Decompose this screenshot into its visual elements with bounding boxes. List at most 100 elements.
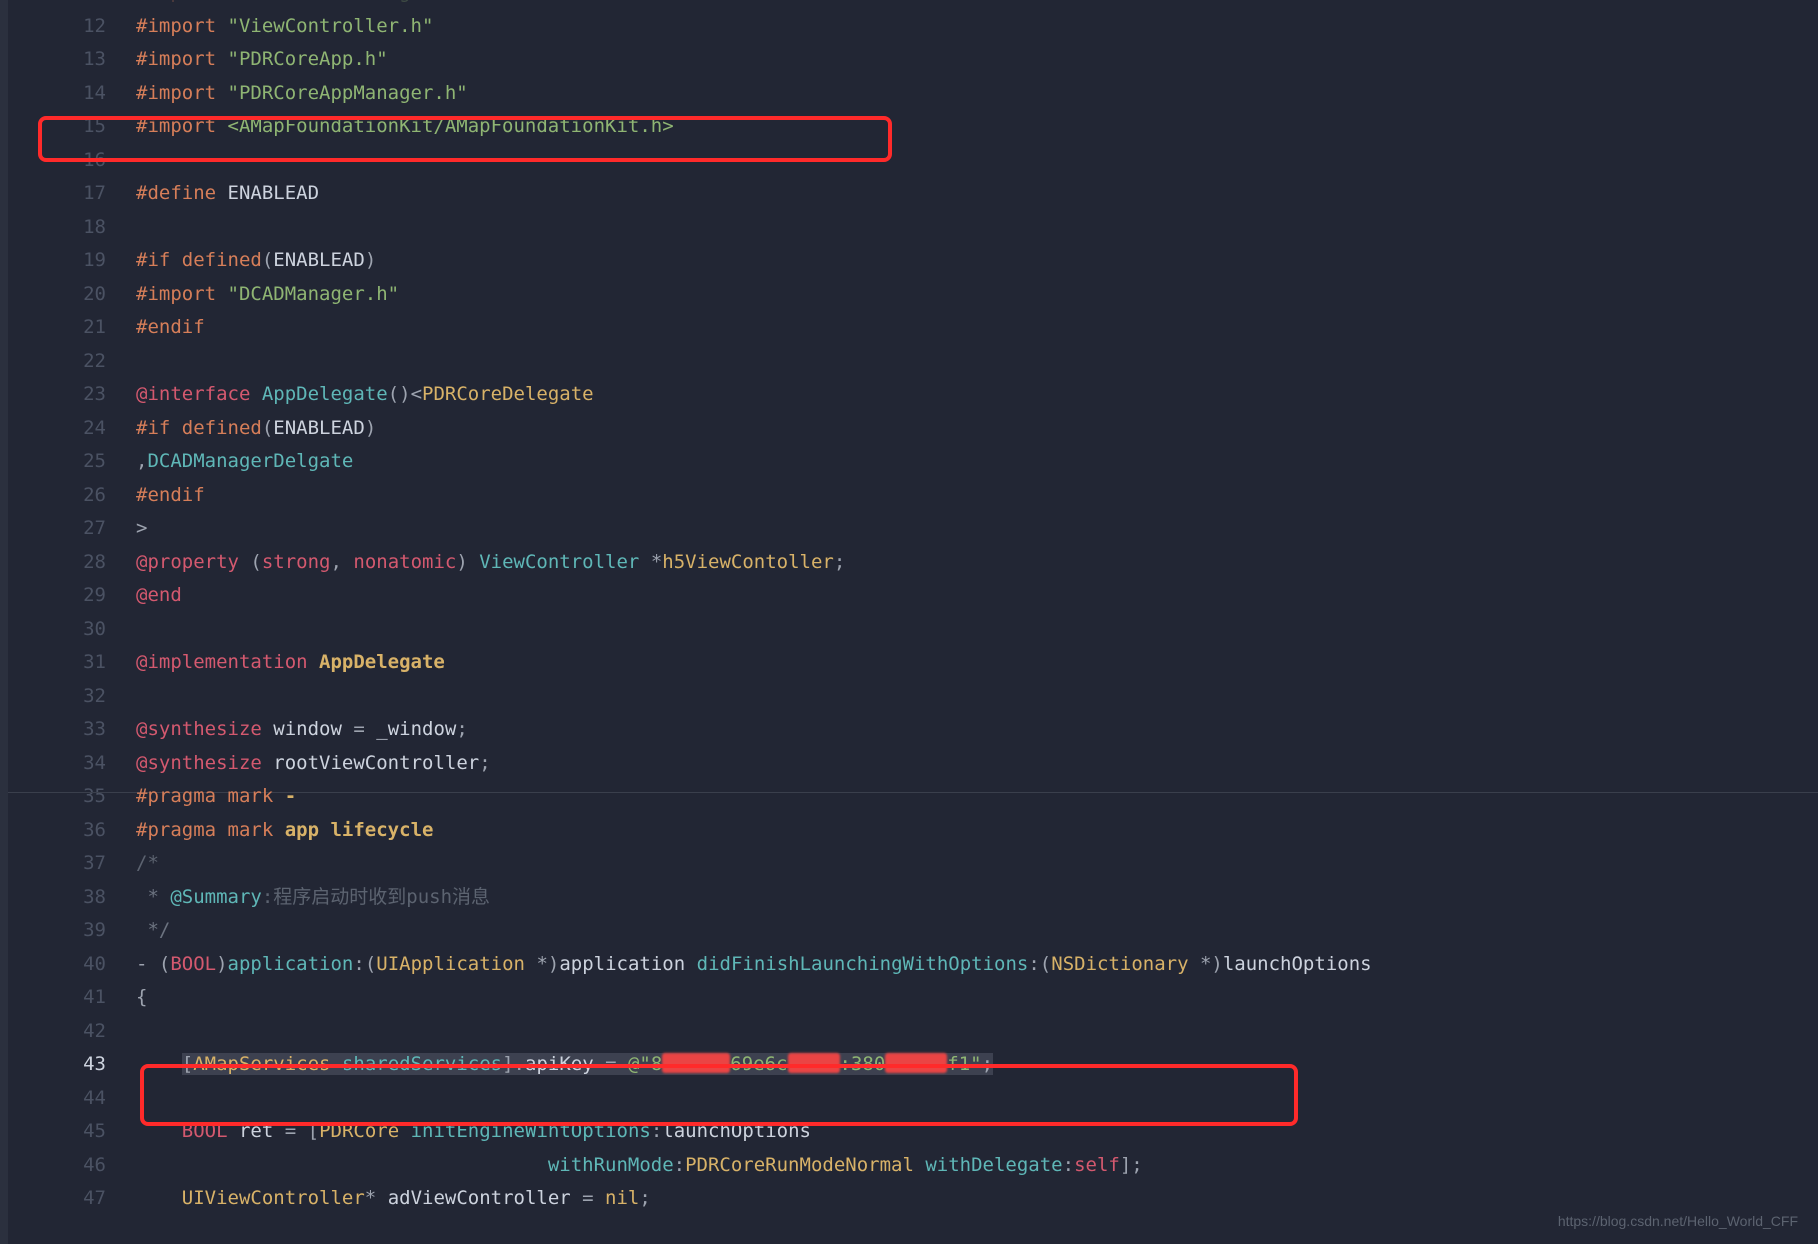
code-line[interactable]: 44 <box>8 1086 1818 1120</box>
token: PDRCoreDelegate <box>422 383 594 405</box>
token: = <box>571 1187 605 1209</box>
line-number: 35 <box>8 784 136 809</box>
token: , <box>330 551 353 573</box>
line-content[interactable]: { <box>136 985 1818 1010</box>
token: ]; <box>1120 1154 1143 1176</box>
token: UIApplication <box>376 953 525 975</box>
line-number: 28 <box>8 550 136 575</box>
line-content[interactable]: #endif <box>136 315 1818 340</box>
code-line[interactable]: 30 <box>8 617 1818 651</box>
code-line[interactable]: 23@interface AppDelegate()<PDRCoreDelega… <box>8 382 1818 416</box>
code-line[interactable]: 46 withRunMode:PDRCoreRunModeNormal with… <box>8 1153 1818 1187</box>
line-content[interactable]: @synthesize rootViewController; <box>136 751 1818 776</box>
code-area[interactable]: 11#import "PDRCommonString.h"12#import "… <box>8 0 1818 1244</box>
token: #import <box>136 82 228 104</box>
code-line[interactable]: 22 <box>8 349 1818 383</box>
line-content[interactable]: * @Summary:程序启动时收到push消息 <box>136 885 1818 910</box>
code-line[interactable]: 37/* <box>8 851 1818 885</box>
code-line[interactable]: 43 [AMapServices sharedServices].apiKey … <box>8 1052 1818 1086</box>
code-line[interactable]: 24#if defined(ENABLEAD) <box>8 416 1818 450</box>
token: PDRCore <box>319 1120 399 1142</box>
line-content[interactable]: [AMapServices sharedServices].apiKey = @… <box>136 1052 1818 1077</box>
line-content[interactable]: #import "PDRCoreApp.h" <box>136 47 1818 72</box>
code-line[interactable]: 40- (BOOL)application:(UIApplication *)a… <box>8 952 1818 986</box>
code-line[interactable]: 20#import "DCADManager.h" <box>8 282 1818 316</box>
line-content[interactable]: @end <box>136 583 1818 608</box>
code-line[interactable]: 17#define ENABLEAD <box>8 181 1818 215</box>
token: NSDictionary <box>1051 953 1188 975</box>
line-number: 47 <box>8 1186 136 1211</box>
line-content[interactable]: - (BOOL)application:(UIApplication *)app… <box>136 952 1818 977</box>
line-content[interactable]: /* <box>136 851 1818 876</box>
code-line[interactable]: 29@end <box>8 583 1818 617</box>
line-content[interactable]: #import <AMapFoundationKit/AMapFoundatio… <box>136 114 1818 139</box>
watermark: https://blog.csdn.net/Hello_World_CFF <box>1558 1212 1798 1230</box>
token: *) <box>1189 953 1223 975</box>
line-content[interactable]: #define ENABLEAD <box>136 181 1818 206</box>
line-content[interactable]: @property (strong, nonatomic) ViewContro… <box>136 550 1818 575</box>
line-number: 17 <box>8 181 136 206</box>
token: #endif <box>136 316 205 338</box>
code-line[interactable]: 45 BOOL ret = [PDRCore initEngineWihtOpt… <box>8 1119 1818 1153</box>
code-line[interactable]: 33@synthesize window = _window; <box>8 717 1818 751</box>
line-content[interactable]: @synthesize window = _window; <box>136 717 1818 742</box>
code-line[interactable]: 19#if defined(ENABLEAD) <box>8 248 1818 282</box>
line-content[interactable]: #if defined(ENABLEAD) <box>136 416 1818 441</box>
token: #endif <box>136 484 205 506</box>
line-content[interactable]: #endif <box>136 483 1818 508</box>
code-line[interactable]: 26#endif <box>8 483 1818 517</box>
line-content[interactable]: @implementation AppDelegate <box>136 650 1818 675</box>
line-content[interactable]: #pragma mark app lifecycle <box>136 818 1818 843</box>
code-line[interactable]: 18 <box>8 215 1818 249</box>
code-line[interactable]: 13#import "PDRCoreApp.h" <box>8 47 1818 81</box>
line-content[interactable]: withRunMode:PDRCoreRunModeNormal withDel… <box>136 1153 1818 1178</box>
line-content[interactable]: #import "ViewController.h" <box>136 14 1818 39</box>
code-line[interactable]: 36#pragma mark app lifecycle <box>8 818 1818 852</box>
code-line[interactable]: 21#endif <box>8 315 1818 349</box>
line-content[interactable]: @interface AppDelegate()<PDRCoreDelegate <box>136 382 1818 407</box>
token <box>308 651 319 673</box>
line-number: 36 <box>8 818 136 843</box>
token: - <box>285 785 296 807</box>
code-line[interactable]: 39 */ <box>8 918 1818 952</box>
code-line[interactable]: 16 <box>8 148 1818 182</box>
line-number: 11 <box>8 0 136 5</box>
line-content[interactable]: > <box>136 516 1818 541</box>
line-content[interactable]: BOOL ret = [PDRCore initEngineWihtOption… <box>136 1119 1818 1144</box>
line-number: 21 <box>8 315 136 340</box>
code-line[interactable]: 15#import <AMapFoundationKit/AMapFoundat… <box>8 114 1818 148</box>
code-line[interactable]: 28@property (strong, nonatomic) ViewCont… <box>8 550 1818 584</box>
token: ; <box>982 1053 993 1075</box>
line-number: 25 <box>8 449 136 474</box>
line-content[interactable]: #pragma mark - <box>136 784 1818 809</box>
code-line[interactable]: 42 <box>8 1019 1818 1053</box>
code-line[interactable]: 41{ <box>8 985 1818 1019</box>
code-line[interactable]: 14#import "PDRCoreAppManager.h" <box>8 81 1818 115</box>
code-line[interactable]: 38 * @Summary:程序启动时收到push消息 <box>8 885 1818 919</box>
line-content[interactable]: #import "DCADManager.h" <box>136 282 1818 307</box>
code-line[interactable]: 11#import "PDRCommonString.h" <box>8 0 1818 14</box>
code-line[interactable]: 27> <box>8 516 1818 550</box>
code-line[interactable]: 12#import "ViewController.h" <box>8 14 1818 48</box>
line-number: 41 <box>8 985 136 1010</box>
code-line[interactable]: 34@synthesize rootViewController; <box>8 751 1818 785</box>
line-content[interactable]: #import "PDRCommonString.h" <box>136 0 1818 5</box>
line-number: 20 <box>8 282 136 307</box>
line-content[interactable]: */ <box>136 918 1818 943</box>
code-line[interactable]: 35#pragma mark - <box>8 784 1818 818</box>
code-line[interactable]: 31@implementation AppDelegate <box>8 650 1818 684</box>
line-content[interactable]: ,DCADManagerDelgate <box>136 449 1818 474</box>
token: ret <box>239 1120 273 1142</box>
line-content[interactable]: #import "PDRCoreAppManager.h" <box>136 81 1818 106</box>
token: application <box>228 953 354 975</box>
token: sharedServices <box>342 1053 502 1075</box>
token: AppDelegate <box>262 383 388 405</box>
token: :( <box>353 953 376 975</box>
code-line[interactable]: 32 <box>8 684 1818 718</box>
token: UIViewController <box>182 1187 365 1209</box>
line-content[interactable]: UIViewController* adViewController = nil… <box>136 1186 1818 1211</box>
code-line[interactable]: 25,DCADManagerDelgate <box>8 449 1818 483</box>
code-line[interactable]: 47 UIViewController* adViewController = … <box>8 1186 1818 1220</box>
token: initEngineWihtOptions <box>411 1120 651 1142</box>
line-content[interactable]: #if defined(ENABLEAD) <box>136 248 1818 273</box>
